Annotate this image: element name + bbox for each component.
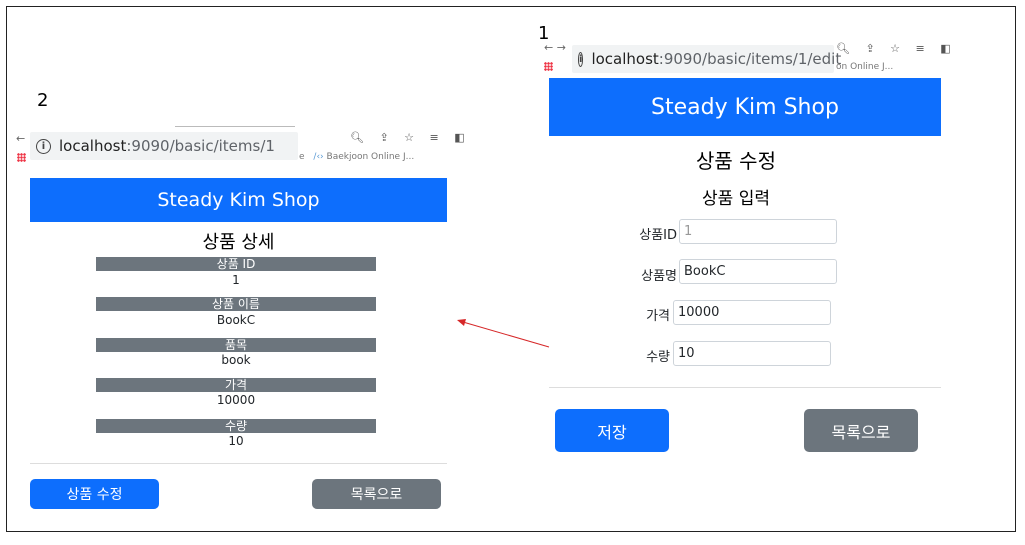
arrow-line xyxy=(462,321,550,348)
redirect-arrow xyxy=(457,319,550,348)
arrow-head-icon xyxy=(457,319,466,326)
